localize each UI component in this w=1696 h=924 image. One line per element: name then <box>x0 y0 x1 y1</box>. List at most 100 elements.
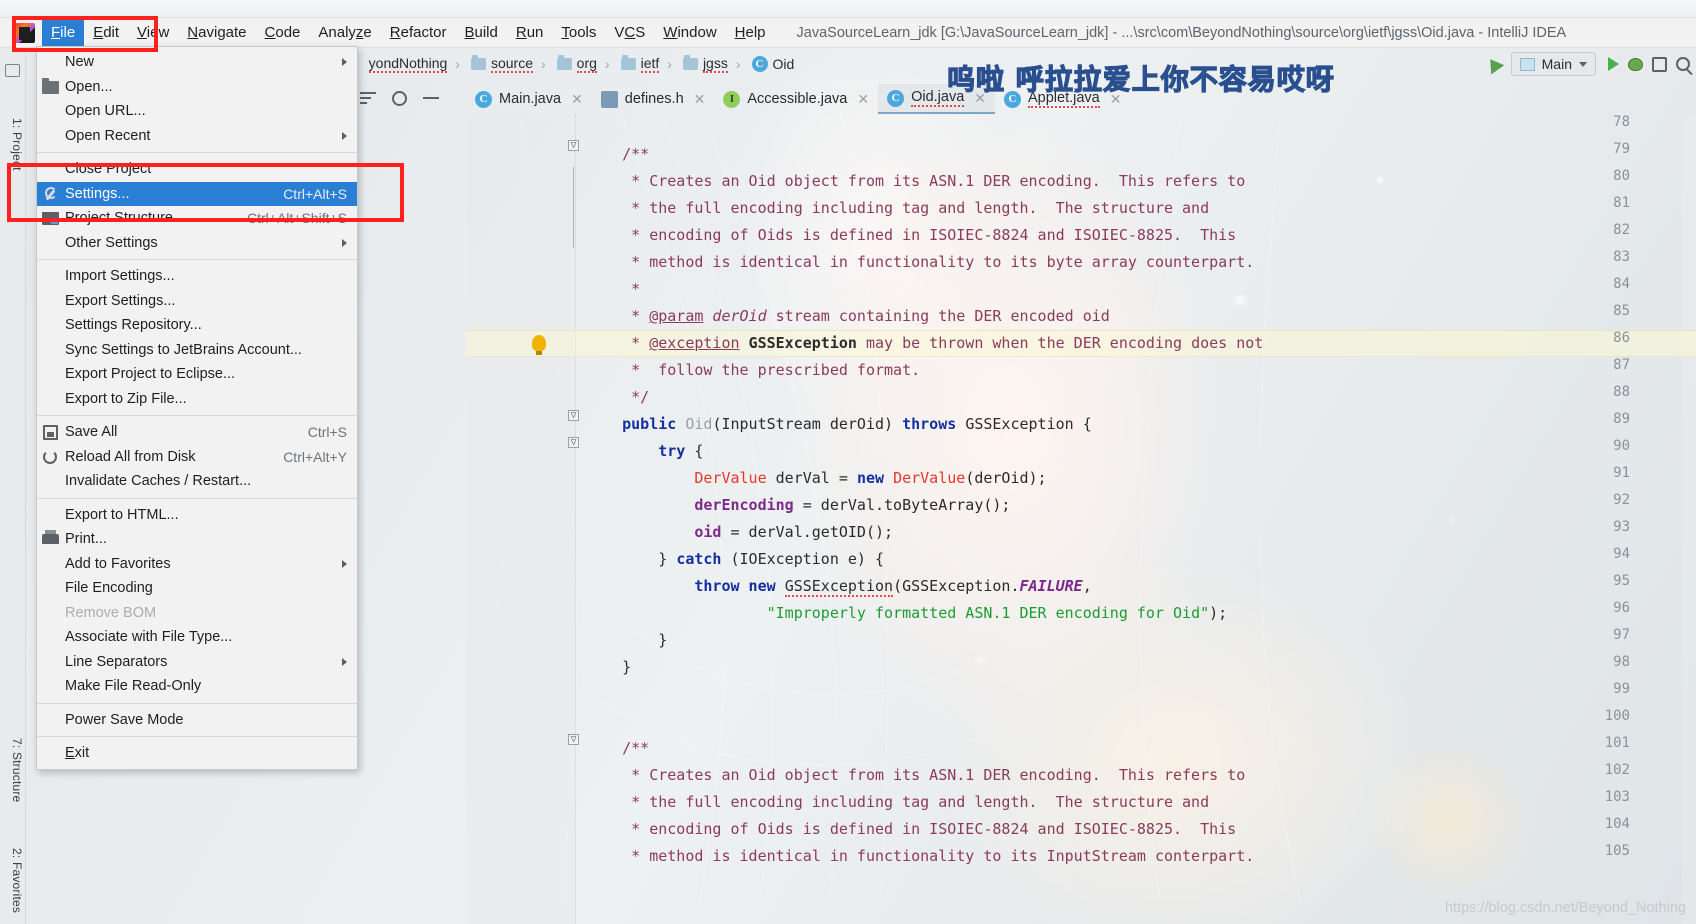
tab-main-java[interactable]: C Main.java ✕ <box>466 84 592 114</box>
code-line-102[interactable]: * Creates an Oid object from its ASN.1 D… <box>586 762 1245 789</box>
menu-item-export-project-eclipse[interactable]: Export Project to Eclipse... <box>37 362 357 387</box>
menu-item-close-project[interactable]: Close Project <box>37 157 357 182</box>
code-line-97[interactable]: } <box>586 627 667 654</box>
code-line-95[interactable]: throw new GSSException(GSSException.FAIL… <box>586 573 1092 600</box>
chinese-watermark-text: 呜啦 呼拉拉爱上你不容易哎呀 <box>946 62 1335 96</box>
menu-file[interactable]: File <box>42 19 85 46</box>
menu-build[interactable]: Build <box>455 19 506 46</box>
code-line-86[interactable]: * @exception GSSException may be thrown … <box>586 330 1263 357</box>
search-everywhere-icon[interactable] <box>1676 57 1690 71</box>
menu-edit[interactable]: Edit <box>84 19 128 46</box>
menu-item-power-save-mode[interactable]: Power Save Mode <box>37 708 357 733</box>
menu-item-other-settings[interactable]: Other Settings <box>37 231 357 256</box>
code-fold-marker[interactable]: ▽ <box>568 410 579 421</box>
menu-item-make-file-read-only[interactable]: Make File Read-Only <box>37 674 357 699</box>
menu-item-open-recent[interactable]: Open Recent <box>37 124 357 149</box>
project-tool-icon[interactable] <box>5 64 20 77</box>
close-icon[interactable]: ✕ <box>857 91 869 108</box>
menu-item-invalidate-caches-restart[interactable]: Invalidate Caches / Restart... <box>37 469 357 494</box>
menu-view[interactable]: View <box>128 19 178 46</box>
menu-vcs[interactable]: VCS <box>605 19 654 46</box>
code-editor[interactable]: ▽ ▽ ▽ ▽ 78 79 80 81 82 83 84 85 86 87 88… <box>466 114 1696 924</box>
menu-item-open-url[interactable]: Open URL... <box>37 99 357 124</box>
breadcrumb-item-org[interactable]: org › <box>553 55 617 73</box>
code-line-92[interactable]: derEncoding = derVal.toByteArray(); <box>586 492 1010 519</box>
intention-bulb-icon[interactable] <box>532 335 546 355</box>
code-line-103[interactable]: * the full encoding including tag and le… <box>586 789 1209 816</box>
code-line-80[interactable]: * Creates an Oid object from its ASN.1 D… <box>586 168 1245 195</box>
menu-item-export-zip[interactable]: Export to Zip File... <box>37 387 357 412</box>
breadcrumb-item-jgss[interactable]: jgss › <box>679 55 748 73</box>
debug-icon[interactable] <box>1628 57 1643 71</box>
menu-window[interactable]: Window <box>654 19 725 46</box>
breadcrumb-item-oid[interactable]: C Oid <box>748 56 799 72</box>
run-configuration-selector[interactable]: Main <box>1510 52 1596 76</box>
hide-icon[interactable] <box>423 97 439 99</box>
code-line-83[interactable]: * method is identical in functionality t… <box>586 249 1254 276</box>
breadcrumb-item-beyondnothing[interactable]: yondNothing › <box>365 55 467 73</box>
code-line-88[interactable]: */ <box>586 384 649 411</box>
tool-window-structure[interactable]: 7: Structure <box>2 738 24 802</box>
menu-item-associate-with-file-type[interactable]: Associate with File Type... <box>37 625 357 650</box>
coverage-icon[interactable] <box>1652 56 1667 72</box>
folder-icon <box>682 55 698 70</box>
menu-item-project-structure[interactable]: Project Structure... Ctrl+Alt+Shift+S <box>37 206 357 231</box>
menu-item-exit[interactable]: Exit <box>37 741 357 766</box>
code-line-98[interactable]: } <box>586 654 631 681</box>
code-line-94[interactable]: } catch (IOException e) { <box>586 546 884 573</box>
menu-item-reload-all-from-disk[interactable]: Reload All from Disk Ctrl+Alt+Y <box>37 445 357 470</box>
code-line-85[interactable]: * @param derOid stream containing the DE… <box>586 303 1110 330</box>
breadcrumb-item-source[interactable]: source › <box>467 55 553 73</box>
menu-code[interactable]: Code <box>256 19 310 46</box>
build-hammer-icon[interactable] <box>1483 54 1504 74</box>
sort-lines-icon[interactable] <box>360 92 376 104</box>
code-line-104[interactable]: * encoding of Oids is defined in ISOIEC-… <box>586 816 1236 843</box>
menu-tools[interactable]: Tools <box>552 19 605 46</box>
code-line-89[interactable]: public Oid(InputStream derOid) throws GS… <box>586 411 1092 438</box>
tool-window-favorites[interactable]: 2: Favorites <box>2 848 24 913</box>
menu-item-sync-settings-jetbrains[interactable]: Sync Settings to JetBrains Account... <box>37 338 357 363</box>
menu-item-new[interactable]: New <box>37 50 357 75</box>
code-fold-marker[interactable]: ▽ <box>568 734 579 745</box>
close-icon[interactable]: ✕ <box>571 91 583 108</box>
menu-item-settings-repository[interactable]: Settings Repository... <box>37 313 357 338</box>
code-line-79[interactable]: /** <box>586 141 649 168</box>
code-fold-marker[interactable]: ▽ <box>568 140 579 151</box>
code-line-91[interactable]: DerValue derVal = new DerValue(derOid); <box>586 465 1046 492</box>
menu-item-open[interactable]: Open... <box>37 75 357 100</box>
no-icon <box>37 291 65 311</box>
menu-run[interactable]: Run <box>507 19 553 46</box>
code-line-84[interactable]: * <box>586 276 640 303</box>
code-line-82[interactable]: * encoding of Oids is defined in ISOIEC-… <box>586 222 1236 249</box>
menu-item-settings[interactable]: Settings... Ctrl+Alt+S <box>37 181 357 206</box>
menu-help[interactable]: Help <box>726 19 775 46</box>
menu-item-print[interactable]: Print... <box>37 527 357 552</box>
code-line-87[interactable]: * follow the prescribed format. <box>586 357 920 384</box>
tab-defines-h[interactable]: defines.h ✕ <box>592 84 715 114</box>
code-line-105[interactable]: * method is identical in functionality t… <box>586 843 1254 870</box>
menu-item-import-settings[interactable]: Import Settings... <box>37 264 357 289</box>
menu-item-export-settings[interactable]: Export Settings... <box>37 289 357 314</box>
gear-icon[interactable] <box>392 90 407 106</box>
tab-accessible-java[interactable]: I Accessible.java ✕ <box>714 84 878 114</box>
code-fold-marker[interactable]: ▽ <box>568 437 579 448</box>
tool-window-project[interactable]: 1: Project <box>2 118 24 171</box>
code-line-90[interactable]: try { <box>586 438 703 465</box>
menu-navigate[interactable]: Navigate <box>178 19 255 46</box>
line-number: 82 <box>1613 222 1630 238</box>
menu-item-file-encoding[interactable]: File Encoding <box>37 576 357 601</box>
editor-gutter[interactable] <box>466 114 576 924</box>
code-line-96[interactable]: "Improperly formatted ASN.1 DER encoding… <box>586 600 1228 627</box>
menu-analyze[interactable]: Analyze <box>309 19 380 46</box>
breadcrumb-item-ietf[interactable]: ietf › <box>617 55 679 73</box>
menu-refactor[interactable]: Refactor <box>381 19 456 46</box>
run-icon[interactable] <box>1608 57 1619 71</box>
code-line-93[interactable]: oid = derVal.getOID(); <box>586 519 893 546</box>
menu-item-save-all[interactable]: Save All Ctrl+S <box>37 420 357 445</box>
menu-item-export-to-html[interactable]: Export to HTML... <box>37 503 357 528</box>
code-line-81[interactable]: * the full encoding including tag and le… <box>586 195 1209 222</box>
close-icon[interactable]: ✕ <box>694 91 706 108</box>
menu-item-add-to-favorites[interactable]: Add to Favorites <box>37 552 357 577</box>
code-line-101[interactable]: /** <box>586 735 649 762</box>
menu-item-line-separators[interactable]: Line Separators <box>37 650 357 675</box>
